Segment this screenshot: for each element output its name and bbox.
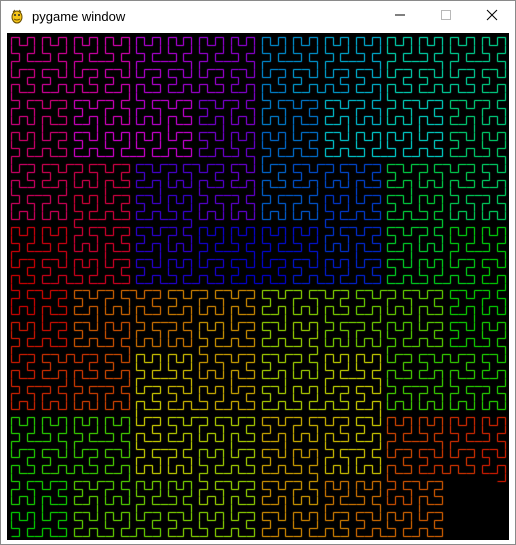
hilbert-curve-drawing xyxy=(7,33,509,540)
pygame-canvas[interactable] xyxy=(7,33,509,540)
minimize-icon xyxy=(394,8,406,26)
pygame-snake-icon xyxy=(9,8,25,24)
close-button[interactable] xyxy=(469,1,515,32)
window-title: pygame window xyxy=(32,9,126,24)
maximize-icon xyxy=(440,8,452,26)
minimize-button[interactable] xyxy=(377,1,423,32)
app-window: pygame window xyxy=(0,0,516,545)
close-icon xyxy=(486,8,498,26)
maximize-button[interactable] xyxy=(423,1,469,32)
title-bar[interactable]: pygame window xyxy=(1,1,515,32)
